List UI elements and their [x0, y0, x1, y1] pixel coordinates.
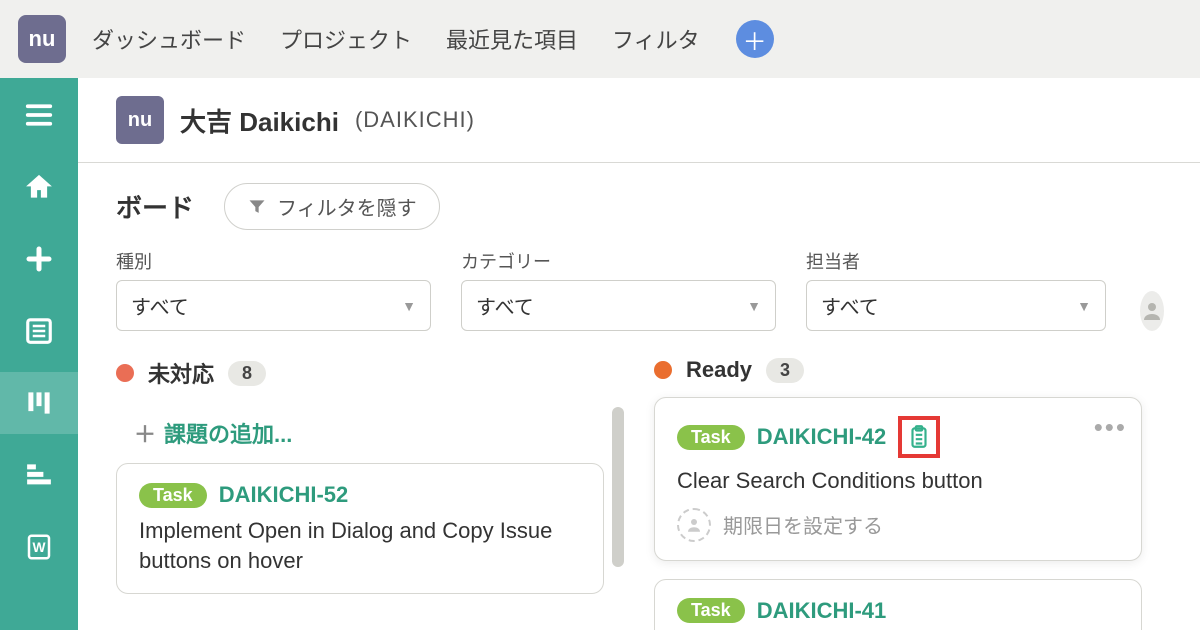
board-title: ボード [116, 188, 194, 225]
filter-category-label: カテゴリー [461, 248, 776, 274]
scrollbar[interactable] [612, 407, 624, 567]
issue-card[interactable]: ••• Task DAIKICHI-42 Clear Search Condit… [654, 397, 1142, 561]
column-body: ••• Task DAIKICHI-42 Clear Search Condit… [654, 397, 1162, 630]
column-header: Ready 3 [654, 349, 1162, 397]
card-header: Task DAIKICHI-41 [677, 598, 1119, 624]
app-logo[interactable]: nu [18, 15, 66, 63]
svg-text:W: W [33, 540, 46, 555]
column-body: ＋ 課題の追加... Task DAIKICHI-52 Implement Op… [116, 403, 624, 594]
chevron-down-icon: ▼ [402, 298, 416, 314]
copy-highlight [898, 416, 940, 458]
issue-type-tag: Task [677, 598, 745, 623]
add-issue-button[interactable]: ＋ 課題の追加... [116, 403, 604, 463]
nav-filter[interactable]: フィルタ [604, 17, 708, 61]
issue-type-tag: Task [139, 483, 207, 508]
project-header: nu 大吉 Daikichi (DAIKICHI) [78, 78, 1200, 163]
plus-icon: ＋ [743, 22, 767, 57]
board-icon[interactable] [0, 372, 78, 434]
due-label: 期限日を設定する [723, 510, 883, 539]
status-dot [116, 364, 134, 382]
card-due-row[interactable]: 期限日を設定する [677, 508, 1119, 542]
chevron-down-icon: ▼ [1077, 298, 1091, 314]
filter-assignee-group: 担当者 すべて ▼ [806, 248, 1106, 331]
issue-key[interactable]: DAIKICHI-52 [219, 482, 349, 508]
project-key: (DAIKICHI) [355, 107, 475, 133]
nav-recent[interactable]: 最近見た項目 [438, 17, 586, 61]
menu-icon[interactable] [22, 98, 56, 132]
column-header: 未対応 8 [116, 349, 624, 403]
clipboard-icon[interactable] [906, 422, 932, 452]
wiki-icon[interactable]: W [22, 530, 56, 564]
nav-dashboard[interactable]: ダッシュボード [84, 17, 254, 61]
user-icon [1140, 299, 1164, 323]
project-title: 大吉 Daikichi [180, 102, 339, 139]
filter-category-group: カテゴリー すべて ▼ [461, 248, 776, 331]
filter-type-value: すべて [131, 291, 189, 320]
filter-type-label: 種別 [116, 248, 431, 274]
filter-assignee-label: 担当者 [806, 248, 1106, 274]
issue-card[interactable]: Task DAIKICHI-41 [654, 579, 1142, 630]
sidebar: W [0, 78, 78, 630]
add-issue-label: 課題の追加... [164, 417, 292, 449]
column-count: 8 [228, 361, 266, 386]
gantt-icon[interactable] [22, 458, 56, 492]
project-logo: nu [116, 96, 164, 144]
issue-title: Implement Open in Dialog and Copy Issue … [139, 516, 581, 575]
list-icon[interactable] [22, 314, 56, 348]
my-avatar-button[interactable] [1140, 291, 1164, 331]
card-header: Task DAIKICHI-42 [677, 416, 1119, 458]
home-icon[interactable] [22, 170, 56, 204]
main: nu 大吉 Daikichi (DAIKICHI) ボード フィルタを隠す 種別… [78, 78, 1200, 630]
filter-type-select[interactable]: すべて ▼ [116, 280, 431, 331]
user-icon [685, 516, 703, 534]
filter-type-group: 種別 すべて ▼ [116, 248, 431, 331]
issue-card[interactable]: Task DAIKICHI-52 Implement Open in Dialo… [116, 463, 604, 594]
filter-category-value: すべて [476, 291, 534, 320]
plus-icon: ＋ [134, 417, 156, 449]
filter-toggle-button[interactable]: フィルタを隠す [224, 183, 440, 230]
filter-assignee-value: すべて [821, 291, 879, 320]
kanban-columns: 未対応 8 ＋ 課題の追加... Task DAIKICHI-52 Implem… [78, 349, 1200, 630]
issue-type-tag: Task [677, 425, 745, 450]
add-button[interactable]: ＋ [736, 20, 774, 58]
nav-project[interactable]: プロジェクト [272, 17, 420, 61]
filter-row: 種別 すべて ▼ カテゴリー すべて ▼ 担当者 すべて ▼ [78, 248, 1200, 349]
column-open: 未対応 8 ＋ 課題の追加... Task DAIKICHI-52 Implem… [116, 349, 624, 630]
funnel-icon [247, 197, 267, 217]
column-name: Ready [686, 357, 752, 383]
status-dot [654, 361, 672, 379]
unassigned-avatar[interactable] [677, 508, 711, 542]
card-header: Task DAIKICHI-52 [139, 482, 581, 508]
board-title-row: ボード フィルタを隠す [78, 163, 1200, 248]
issue-key[interactable]: DAIKICHI-41 [757, 598, 887, 624]
column-count: 3 [766, 358, 804, 383]
card-more-button[interactable]: ••• [1094, 412, 1127, 443]
column-ready: Ready 3 ••• Task DAIKICHI-42 Clear Searc… [654, 349, 1162, 630]
filter-category-select[interactable]: すべて ▼ [461, 280, 776, 331]
issue-key[interactable]: DAIKICHI-42 [757, 424, 887, 450]
issue-title: Clear Search Conditions button [677, 466, 1119, 496]
filter-assignee-select[interactable]: すべて ▼ [806, 280, 1106, 331]
chevron-down-icon: ▼ [747, 298, 761, 314]
filter-toggle-label: フィルタを隠す [277, 192, 417, 221]
topbar: nu ダッシュボード プロジェクト 最近見た項目 フィルタ ＋ [0, 0, 1200, 78]
add-icon[interactable] [22, 242, 56, 276]
column-name: 未対応 [148, 357, 214, 389]
